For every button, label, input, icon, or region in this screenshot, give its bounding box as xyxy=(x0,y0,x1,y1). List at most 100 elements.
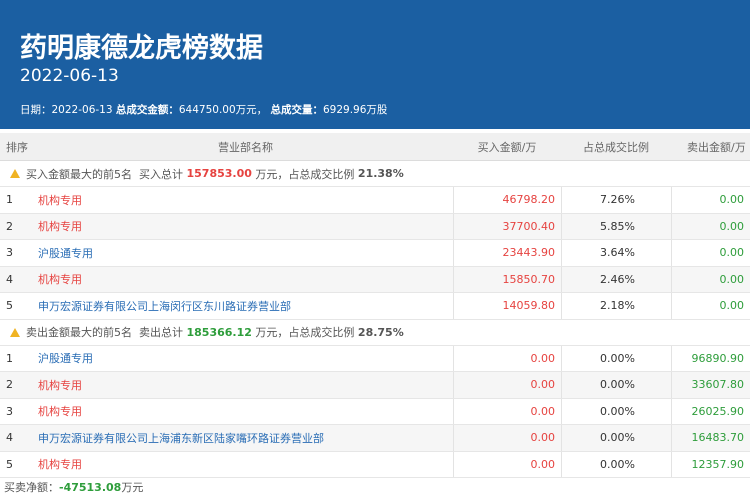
summary-amount-label: 总成交金额： xyxy=(115,104,179,116)
sell-total-label: 卖出总计 xyxy=(139,326,183,339)
table-row: 4 机构专用 15850.70 2.46% 0.00 xyxy=(0,266,750,293)
col-name-header: 营业部名称 xyxy=(218,140,273,154)
buy-group-label: 买入金额最大的前5名 xyxy=(26,167,132,181)
buy-amount-cell: 0.00 xyxy=(530,457,556,471)
department-link[interactable]: 机构专用 xyxy=(38,187,453,213)
ratio-cell: 0.00% xyxy=(600,404,635,418)
ratio-cell: 2.18% xyxy=(600,299,635,313)
department-link[interactable]: 沪股通专用 xyxy=(38,346,453,372)
sell-ratio-label: 占总成交比例 xyxy=(288,326,355,339)
buy-group-row: 买入金额最大的前5名 买入总计 157853.00 万元， 占总成交比例 21.… xyxy=(0,161,750,187)
department-link[interactable]: 申万宏源证券有限公司上海闵行区东川路证券营业部 xyxy=(38,293,453,319)
sell-amount-cell: 0.00 xyxy=(719,193,745,207)
table-row: 1 机构专用 46798.20 7.26% 0.00 xyxy=(0,187,750,214)
column-divider xyxy=(453,398,454,424)
column-divider xyxy=(671,372,672,398)
page-date: 2022-06-13 xyxy=(20,66,119,86)
buy-rows: 1 机构专用 46798.20 7.26% 0.00 2 机构专用 37700.40 5.85%… xyxy=(0,187,750,320)
col-sell-header: 卖出金额/万 xyxy=(687,140,746,154)
column-divider xyxy=(453,372,454,398)
net-amount-unit: 万元 xyxy=(121,481,144,494)
buy-amount-cell: 15850.70 xyxy=(502,272,556,286)
buy-amount-cell: 14059.80 xyxy=(502,299,556,313)
ratio-cell: 0.00% xyxy=(600,378,635,392)
column-divider xyxy=(453,425,454,451)
column-divider xyxy=(453,266,454,292)
sell-group-row: 卖出金额最大的前5名 卖出总计 185366.12 万元， 占总成交比例 28.… xyxy=(0,319,750,346)
sell-amount-cell: 0.00 xyxy=(719,246,745,260)
ratio-cell: 2.46% xyxy=(600,272,635,286)
ratio-cell: 0.00% xyxy=(600,457,635,471)
buy-total-unit: 万元， xyxy=(255,167,289,181)
department-link[interactable]: 沪股通专用 xyxy=(38,240,453,266)
column-divider xyxy=(561,372,562,398)
department-link[interactable]: 机构专用 xyxy=(38,372,453,398)
table-row: 2 机构专用 37700.40 5.85% 0.00 xyxy=(0,213,750,240)
page-header: 药明康德龙虎榜数据 2022-06-13 日期：2022-06-13 总成交金额… xyxy=(0,0,750,129)
column-divider xyxy=(561,240,562,266)
col-pct-header: 占总成交比例 xyxy=(583,140,649,154)
column-divider xyxy=(671,451,672,477)
column-divider xyxy=(671,425,672,451)
summary-volume-label: 总成交量： xyxy=(270,104,324,116)
column-divider xyxy=(671,187,672,213)
sell-amount-cell: 0.00 xyxy=(719,299,745,313)
column-divider xyxy=(671,213,672,239)
department-link[interactable]: 申万宏源证券有限公司上海浦东新区陆家嘴环路证券营业部 xyxy=(38,425,453,451)
page-title: 药明康德龙虎榜数据 xyxy=(20,33,263,64)
warning-icon xyxy=(10,327,20,337)
summary-date-label: 日期： xyxy=(20,104,52,116)
dragon-tiger-table: 排序 营业部名称 买入金额/万 占总成交比例 卖出金额/万 买入金额最大的前5名… xyxy=(0,133,750,478)
buy-total-value: 157853.00 xyxy=(186,167,252,180)
sell-amount-cell: 96890.90 xyxy=(691,351,745,365)
column-divider xyxy=(671,398,672,424)
department-link[interactable]: 机构专用 xyxy=(38,452,453,478)
sell-amount-cell: 0.00 xyxy=(719,219,745,233)
table-header: 排序 营业部名称 买入金额/万 占总成交比例 卖出金额/万 xyxy=(0,133,750,161)
col-buy-header: 买入金额/万 xyxy=(477,140,537,154)
buy-amount-cell: 23443.90 xyxy=(502,246,556,260)
summary-amount: 644750.00万元， xyxy=(178,104,268,116)
buy-amount-cell: 0.00 xyxy=(530,404,556,418)
table-row: 3 机构专用 0.00 0.00% 26025.90 xyxy=(0,398,750,425)
department-link[interactable]: 机构专用 xyxy=(38,214,453,240)
column-divider xyxy=(671,266,672,292)
sell-ratio-value: 28.75% xyxy=(357,325,404,339)
column-divider xyxy=(453,213,454,239)
net-amount-value: -47513.08 xyxy=(59,481,122,494)
ratio-cell: 5.85% xyxy=(600,219,635,233)
column-divider xyxy=(453,345,454,371)
buy-ratio-label: 占总成交比例 xyxy=(288,167,355,181)
department-link[interactable]: 机构专用 xyxy=(38,399,453,425)
buy-amount-cell: 46798.20 xyxy=(502,193,556,207)
buy-amount-cell: 0.00 xyxy=(530,378,556,392)
column-divider xyxy=(561,425,562,451)
ratio-cell: 0.00% xyxy=(600,431,635,445)
department-link[interactable]: 机构专用 xyxy=(38,267,453,293)
table-row: 1 沪股通专用 0.00 0.00% 96890.90 xyxy=(0,345,750,372)
buy-ratio-value: 21.38% xyxy=(357,167,404,180)
column-divider xyxy=(561,187,562,213)
column-divider xyxy=(561,266,562,292)
column-divider xyxy=(453,293,454,319)
sell-rows: 1 沪股通专用 0.00 0.00% 96890.90 2 机构专用 0.00 0.00% 336… xyxy=(0,345,750,478)
column-divider xyxy=(671,293,672,319)
sell-amount-cell: 0.00 xyxy=(719,272,745,286)
buy-amount-cell: 37700.40 xyxy=(502,219,556,233)
warning-icon xyxy=(10,169,20,178)
table-row: 5 申万宏源证券有限公司上海闵行区东川路证券营业部 14059.80 2.18% 0.0… xyxy=(0,293,750,320)
column-divider xyxy=(561,345,562,371)
sell-group-label: 卖出金额最大的前5名 xyxy=(26,326,132,339)
table-row: 5 机构专用 0.00 0.00% 12357.90 xyxy=(0,451,750,478)
column-divider xyxy=(561,398,562,424)
net-amount-label: 买卖净额： xyxy=(4,481,59,494)
sell-amount-cell: 16483.70 xyxy=(691,431,745,445)
table-row: 3 沪股通专用 23443.90 3.64% 0.00 xyxy=(0,240,750,267)
column-divider xyxy=(671,240,672,266)
column-divider xyxy=(561,293,562,319)
sell-total-unit: 万元， xyxy=(255,326,289,339)
summary-volume: 6929.96万股 xyxy=(323,104,388,116)
summary-line: 日期：2022-06-13 总成交金额：644750.00万元， 总成交量：69… xyxy=(20,102,387,117)
buy-amount-cell: 0.00 xyxy=(530,431,556,445)
ratio-cell: 7.26% xyxy=(600,193,635,207)
